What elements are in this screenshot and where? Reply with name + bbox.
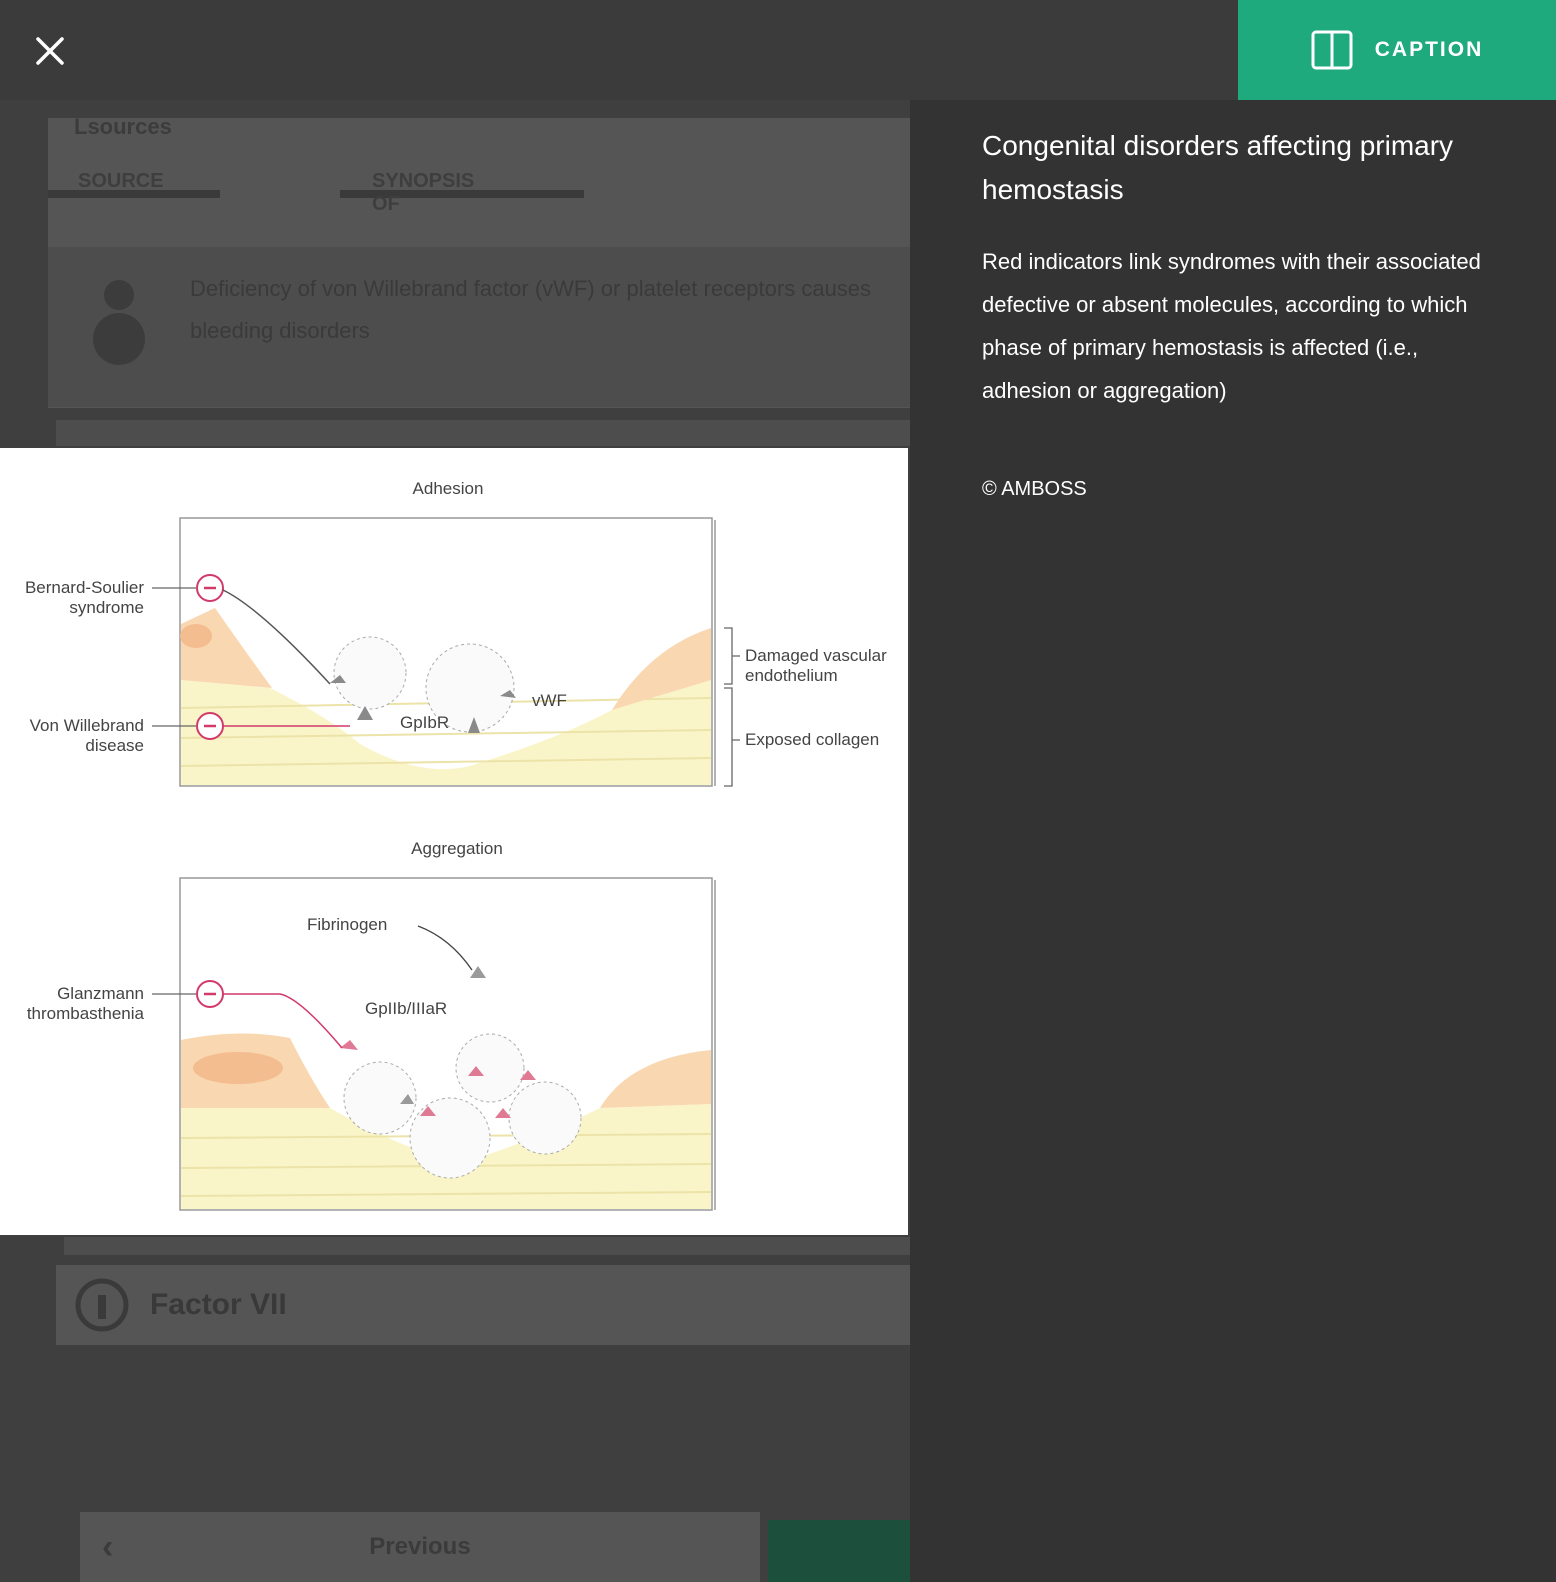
left-label-von-willebrand-2: disease — [85, 736, 144, 755]
background-nav-label: Previous — [369, 1533, 471, 1560]
left-label-bernard-soulier-1: Bernard-Soulier — [25, 578, 144, 597]
left-label-bernard-soulier-2: syndrome — [69, 598, 144, 617]
figure-image: Adhesion GpIbR vWF Bernard-Soulier syndr… — [0, 448, 908, 1235]
caption-panel: Congenital disorders affecting primary h… — [910, 100, 1556, 1582]
background-strip — [64, 1237, 910, 1255]
background-text: Deficiency of von Willebrand factor (vWF… — [190, 276, 872, 343]
gpibr-label: GpIbR — [400, 713, 449, 732]
background-tab-1[interactable]: SOURCE — [78, 170, 164, 193]
user-icon — [93, 280, 145, 365]
right-label-damaged-endothelium-1: Damaged vascular — [745, 646, 887, 665]
background-strip — [56, 420, 910, 446]
chevron-left-icon: ‹ — [102, 1527, 114, 1566]
background-card-title: Lsources — [74, 114, 172, 139]
close-button[interactable] — [22, 25, 78, 77]
background-next-button[interactable] — [768, 1520, 910, 1582]
platelet — [333, 636, 407, 710]
background-tab-3[interactable]: SYNOPSIS OF — [372, 170, 474, 216]
background-tab-underline — [252, 190, 306, 198]
top-bar: CAPTION — [0, 0, 1556, 100]
platelet — [508, 1081, 582, 1155]
background-factor-section[interactable]: Factor VII — [56, 1265, 910, 1345]
caption-toggle-button[interactable]: CAPTION — [1238, 0, 1556, 100]
panel-title-aggregation: Aggregation — [411, 839, 503, 858]
caption-title: Congenital disorders affecting primary h… — [982, 130, 1454, 205]
platelet — [409, 1097, 491, 1179]
caption-body: Red indicators link syndromes with their… — [982, 249, 1481, 403]
vwf-label: vWF — [532, 691, 567, 710]
gpiib-iiia-label: GpIIb/IIIaR — [365, 999, 447, 1018]
background-nav-button[interactable]: ‹ Previous — [80, 1512, 760, 1582]
hemostasis-illustration: Adhesion GpIbR vWF Bernard-Soulier syndr… — [25, 479, 887, 1211]
platelet — [455, 1033, 525, 1103]
left-label-von-willebrand-1: Von Willebrand — [30, 716, 144, 735]
panel-title-adhesion: Adhesion — [413, 479, 484, 498]
fibrinogen-label: Fibrinogen — [307, 915, 387, 934]
left-label-glanzmann-2: thrombasthenia — [27, 1004, 145, 1023]
background-factor-title: Factor VII — [150, 1288, 287, 1321]
right-label-exposed-collagen: Exposed collagen — [745, 730, 879, 749]
close-icon — [36, 37, 64, 65]
panel-split-icon — [1311, 30, 1353, 70]
left-label-glanzmann-1: Glanzmann — [57, 984, 144, 1003]
right-label-damaged-endothelium-2: endothelium — [745, 666, 838, 685]
caption-copyright: © AMBOSS — [982, 478, 1087, 500]
caption-button-label: CAPTION — [1374, 38, 1484, 61]
info-icon — [75, 1278, 129, 1332]
